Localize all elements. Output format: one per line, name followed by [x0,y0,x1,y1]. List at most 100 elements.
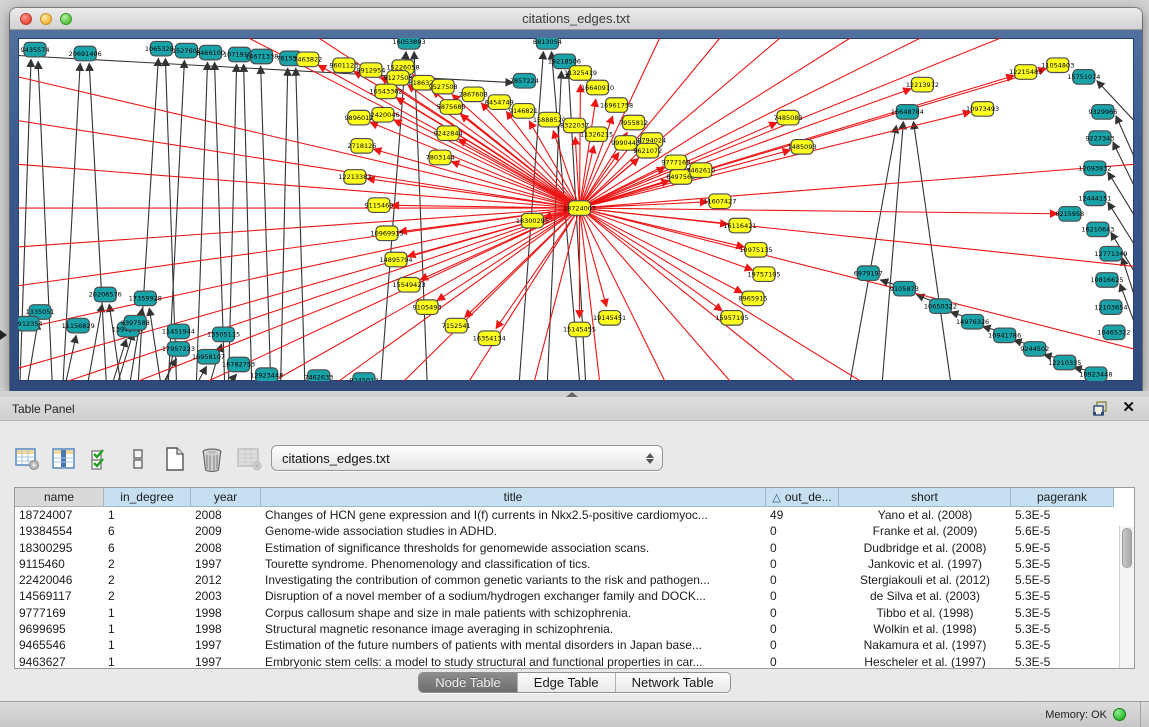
table-cell[interactable]: 5.3E-5 [1011,654,1114,668]
table-rows-icon[interactable] [125,446,151,472]
table-cell[interactable]: 9465546 [15,637,104,653]
table-cell[interactable]: 6 [104,523,191,539]
table-cell[interactable]: 1 [104,605,191,621]
table-cell[interactable]: 5.3E-5 [1011,507,1114,523]
table-cell[interactable]: Estimation of the future numbers of pati… [261,637,766,653]
float-panel-icon[interactable] [1093,401,1108,416]
table-cell[interactable]: 1997 [191,654,261,668]
scrollbar-thumb[interactable] [1122,528,1132,568]
table-cell[interactable]: 2 [104,572,191,588]
table-cell[interactable]: 2009 [191,523,261,539]
table-cell[interactable]: 5.5E-5 [1011,572,1114,588]
sidebar-collapse-arrow-icon[interactable] [0,330,7,340]
table-cell[interactable]: Disruption of a novel member of a sodium… [261,588,766,604]
table-cell[interactable]: 5.3E-5 [1011,621,1114,637]
table-cell[interactable]: 2008 [191,507,261,523]
column-header-pagerank[interactable]: pagerank [1011,488,1114,507]
table-cell[interactable]: 14569117 [15,588,104,604]
zoom-window-button[interactable] [60,13,72,25]
table-cell[interactable]: 9777169 [15,605,104,621]
tab-network-table[interactable]: Network Table [616,673,730,692]
table-cell[interactable]: 0 [766,523,839,539]
table-cell[interactable]: de Silva et al. (2003) [839,588,1011,604]
table-cell[interactable]: Hescheler et al. (1997) [839,654,1011,668]
new-document-icon[interactable] [162,446,188,472]
table-cell[interactable]: Corpus callosum shape and size in male p… [261,605,766,621]
table-cell[interactable]: 1 [104,507,191,523]
table-cell[interactable]: 0 [766,637,839,653]
table-row[interactable]: 911546021997Tourette syndrome. Phenomeno… [15,556,1134,572]
table-cell[interactable]: 5.9E-5 [1011,540,1114,556]
table-cell[interactable]: 5.3E-5 [1011,588,1114,604]
column-header-out_de[interactable]: △out_de... [766,488,839,507]
table-row[interactable]: 969969511998Structural magnetic resonanc… [15,621,1134,637]
table-cell[interactable]: 6 [104,540,191,556]
network-canvas[interactable]: 9435574206914061065328715276026466100107… [18,38,1134,381]
table-cell[interactable]: Tibbo et al. (1998) [839,605,1011,621]
column-header-in_degree[interactable]: in_degree [104,488,191,507]
table-row[interactable]: 946362711997Embryonic stem cells: a mode… [15,654,1134,668]
table-cell[interactable]: 18724007 [15,507,104,523]
table-cell[interactable]: 18300295 [15,540,104,556]
column-header-short[interactable]: short [839,488,1011,507]
citation-network-graph[interactable]: 9435574206914061065328715276026466100107… [18,38,1134,381]
table-cell[interactable]: 9115460 [15,556,104,572]
vertical-scrollbar[interactable] [1119,526,1134,668]
table-cell[interactable]: 1 [104,654,191,668]
table-cell[interactable]: Yano et al. (2008) [839,507,1011,523]
close-panel-icon[interactable]: ✕ [1122,400,1135,416]
table-row[interactable]: 2242004622012Investigating the contribut… [15,572,1134,588]
column-header-name[interactable]: name [15,488,104,507]
column-header-title[interactable]: title [261,488,766,507]
window-titlebar[interactable]: citations_edges.txt [10,8,1142,30]
table-cell[interactable]: 1998 [191,621,261,637]
table-cell[interactable]: Estimation of significance thresholds fo… [261,540,766,556]
table-cell[interactable]: 2 [104,556,191,572]
table-row[interactable]: 977716911998Corpus callosum shape and si… [15,605,1134,621]
table-cell[interactable]: Stergiakouli et al. (2012) [839,572,1011,588]
table-cell[interactable]: 1 [104,637,191,653]
table-cell[interactable]: 1 [104,621,191,637]
table-cell[interactable]: Changes of HCN gene expression and I(f) … [261,507,766,523]
table-cell[interactable]: 0 [766,540,839,556]
table-cell[interactable]: 1997 [191,556,261,572]
table-cell[interactable]: 2 [104,588,191,604]
table-cell[interactable]: Dudbridge et al. (2008) [839,540,1011,556]
table-cell[interactable]: 2008 [191,540,261,556]
table-cell[interactable]: 2003 [191,588,261,604]
row-selection-checks-icon[interactable] [88,446,114,472]
tab-edge-table[interactable]: Edge Table [518,673,616,692]
trash-icon[interactable] [199,446,225,472]
table-cell[interactable]: 0 [766,654,839,668]
table-cell[interactable]: Jankovic et al. (1997) [839,556,1011,572]
table-cell[interactable]: 49 [766,507,839,523]
table-cell[interactable]: 0 [766,556,839,572]
table-cell[interactable]: 5.3E-5 [1011,556,1114,572]
tab-node-table[interactable]: Node Table [419,673,518,692]
table-cell[interactable]: 0 [766,621,839,637]
close-window-button[interactable] [20,13,32,25]
table-cell[interactable]: Wolkin et al. (1998) [839,621,1011,637]
table-cell[interactable]: 22420046 [15,572,104,588]
table-cell[interactable]: 0 [766,588,839,604]
table-cell[interactable]: 0 [766,572,839,588]
table-cell[interactable]: 9463627 [15,654,104,668]
table-cell[interactable]: Genome-wide association studies in ADHD. [261,523,766,539]
table-cell[interactable]: Tourette syndrome. Phenomenology and cla… [261,556,766,572]
table-cell[interactable]: 19384554 [15,523,104,539]
table-cell[interactable]: 1998 [191,605,261,621]
table-cell[interactable]: 5.3E-5 [1011,637,1114,653]
table-cell[interactable]: 0 [766,605,839,621]
table-cell[interactable]: 9699695 [15,621,104,637]
table-row[interactable]: 946554611997Estimation of the future num… [15,637,1134,653]
table-row[interactable]: 1938455462009Genome-wide association stu… [15,523,1134,539]
memory-ok-indicator-icon[interactable] [1113,708,1126,721]
table-cell[interactable]: 5.6E-5 [1011,523,1114,539]
minimize-window-button[interactable] [40,13,52,25]
table-cell[interactable]: 1997 [191,637,261,653]
column-header-year[interactable]: year [191,488,261,507]
table-row[interactable]: 1456911722003Disruption of a novel membe… [15,588,1134,604]
table-cell[interactable]: Embryonic stem cells: a model to study s… [261,654,766,668]
table-row[interactable]: 1872400712008Changes of HCN gene express… [15,507,1134,523]
table-cell[interactable]: Franke et al. (2009) [839,523,1011,539]
